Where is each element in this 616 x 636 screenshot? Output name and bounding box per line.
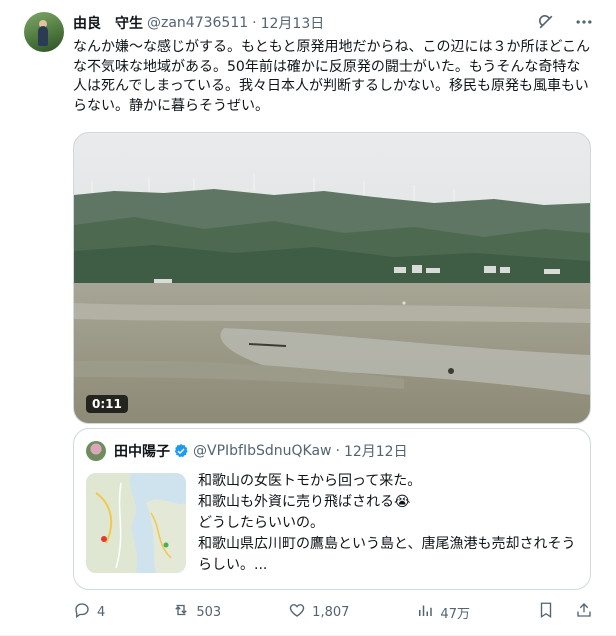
bookmark-share-group: [537, 601, 593, 623]
quote-text-line: 和歌山の女医トモから回って来た。: [198, 473, 422, 489]
quote-text-line: どうしたらいいの。: [198, 515, 324, 531]
quote-map-image[interactable]: [86, 473, 186, 573]
like-icon: [288, 601, 306, 623]
verified-badge-icon: [173, 443, 189, 459]
quote-separator: ·: [335, 443, 340, 459]
video-thumbnail: [74, 133, 590, 423]
avatar-figure-body: [38, 26, 48, 46]
repost-icon: [172, 601, 190, 623]
quote-author-name: 田中陽子: [114, 444, 170, 460]
tweet-article[interactable]: 由良 守生 @zan4736511 · 12月13日 なんか嫌〜な感じがする。も…: [0, 0, 616, 636]
quote-author-avatar[interactable]: [86, 441, 106, 461]
quote-text-line: 和歌山も外資に売り飛ばされる😭: [198, 494, 411, 510]
reply-count: 4: [97, 604, 106, 620]
views-button[interactable]: 47万: [416, 601, 470, 623]
more-icon[interactable]: [574, 12, 594, 32]
like-button[interactable]: 1,807: [288, 601, 349, 623]
views-icon: [416, 601, 434, 623]
tweet-date[interactable]: 12月13日: [261, 13, 325, 33]
views-count: 47万: [440, 606, 470, 622]
tweet-video[interactable]: 0:11: [73, 132, 591, 424]
tweet-top-actions: [536, 12, 594, 32]
quote-text: 和歌山の女医トモから回って来た。 和歌山も外資に売り飛ばされる😭 どうしたらいい…: [198, 471, 578, 576]
header-separator: ·: [252, 15, 257, 31]
repost-count: 503: [196, 604, 222, 620]
quote-author-handle: @VPIbfIbSdnuQKaw: [193, 443, 332, 459]
video-duration: 0:11: [86, 395, 128, 413]
quote-text-line: 和歌山県広川町の鷹島という島と、唐尾漁港も売却されそうらしい。...: [198, 536, 576, 573]
reply-button[interactable]: 4: [73, 601, 105, 623]
like-count: 1,807: [312, 604, 350, 620]
quote-header: 田中陽子 @VPIbfIbSdnuQKaw · 12月12日: [114, 441, 408, 461]
repost-button[interactable]: 503: [172, 601, 221, 623]
quoted-tweet[interactable]: 田中陽子 @VPIbfIbSdnuQKaw · 12月12日 和歌山の女医トモか…: [73, 428, 591, 590]
author-avatar[interactable]: [24, 12, 64, 52]
author-handle[interactable]: @zan4736511: [147, 15, 248, 31]
author-name[interactable]: 由良 守生: [73, 13, 143, 33]
tweet-header: 由良 守生 @zan4736511 · 12月13日: [73, 12, 324, 34]
tweet-actions: 4 503 1,807 47万: [73, 600, 593, 624]
grok-icon[interactable]: [536, 12, 556, 32]
map-thumbnail: [86, 473, 186, 573]
quote-date: 12月12日: [343, 444, 408, 460]
share-icon[interactable]: [575, 601, 593, 623]
bookmark-icon[interactable]: [537, 601, 555, 623]
tweet-text: なんか嫌〜な感じがする。もともと原発用地だからね、この辺には３か所ほどこんな不気…: [73, 39, 591, 114]
reply-icon: [73, 601, 91, 623]
